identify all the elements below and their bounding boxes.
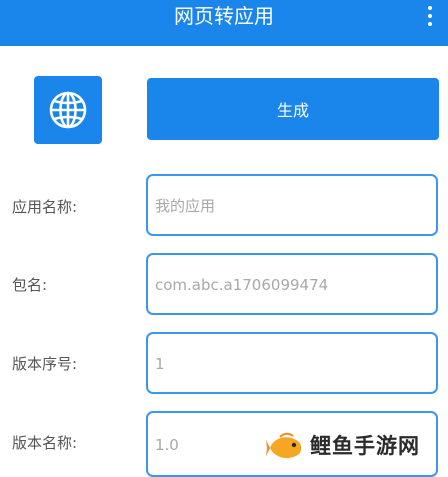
- version-name-label: 版本名称:: [12, 434, 78, 452]
- version-code-field[interactable]: [146, 332, 438, 394]
- app-name-label: 应用名称:: [12, 198, 78, 216]
- watermark-text: 鲤鱼手游网: [310, 434, 420, 458]
- app-icon-button[interactable]: [34, 76, 102, 144]
- package-name-field[interactable]: [146, 253, 438, 315]
- generate-button[interactable]: 生成: [147, 78, 439, 140]
- fish-logo-icon: [266, 432, 302, 459]
- package-name-input[interactable]: [153, 255, 437, 315]
- more-vert-icon[interactable]: [420, 0, 440, 36]
- watermark: 鲤鱼手游网: [266, 428, 446, 466]
- version-code-input[interactable]: [153, 334, 437, 394]
- page-title: 网页转应用: [174, 4, 274, 28]
- app-name-field[interactable]: [146, 174, 438, 236]
- package-name-label: 包名:: [12, 276, 48, 294]
- version-code-label: 版本序号:: [12, 355, 78, 373]
- app-bar: 网页转应用: [0, 0, 448, 46]
- globe-icon: [49, 91, 87, 129]
- app-name-input[interactable]: [153, 176, 437, 236]
